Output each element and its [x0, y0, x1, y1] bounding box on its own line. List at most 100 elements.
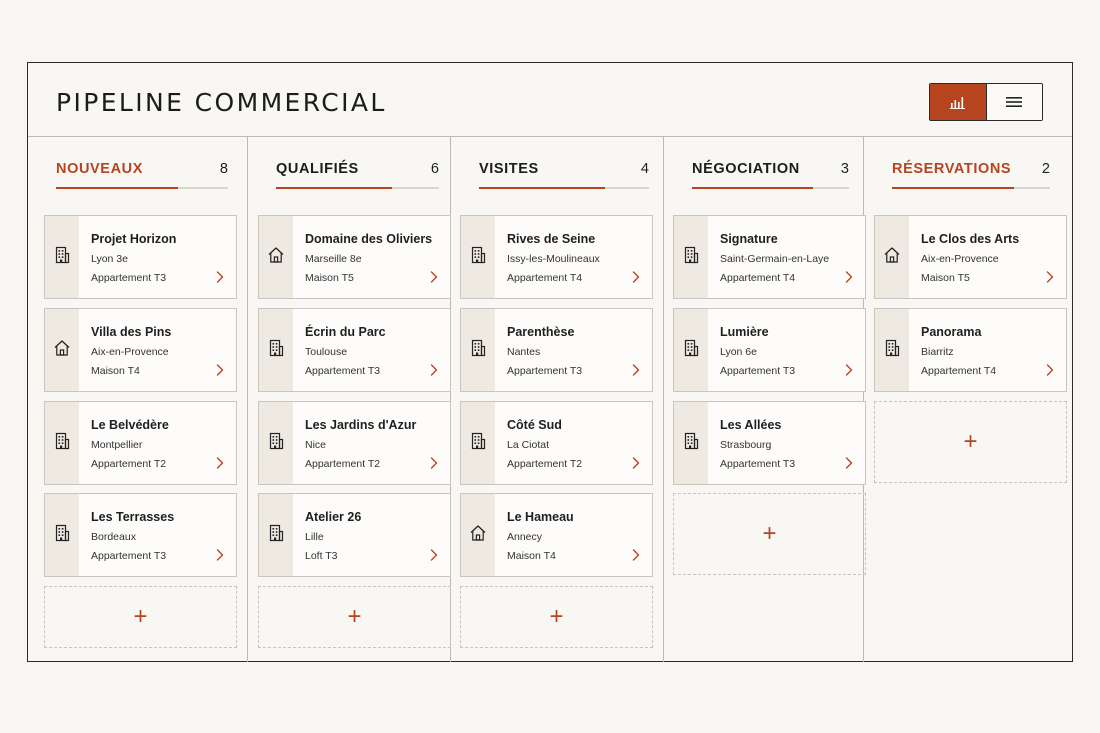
property-card[interactable]: Écrin du Parc Toulouse Appartement T3: [258, 308, 451, 392]
add-card-button[interactable]: +: [673, 493, 866, 575]
property-card[interactable]: Signature Saint-Germain-en-Laye Appartemen…: [673, 215, 866, 299]
card-city: Montpellier: [91, 439, 143, 451]
property-card[interactable]: Domaine des Oliviers Marseille 8e Maison T…: [258, 215, 451, 299]
list-view-button[interactable]: [985, 84, 1042, 120]
card-name: Projet Horizon: [91, 232, 177, 246]
view-toggle: [929, 83, 1043, 121]
property-card[interactable]: Atelier 26 Lille Loft T3: [258, 493, 451, 577]
column-title: VISITES: [479, 161, 539, 177]
card-icon-strip: [259, 309, 293, 391]
property-card[interactable]: Les Terrasses Bordeaux Appartement T3: [44, 493, 237, 577]
property-card[interactable]: Le Hameau Annecy Maison T4: [460, 493, 653, 577]
property-card[interactable]: Rives de Seine Issy-les-Moulineaux Apparte…: [460, 215, 653, 299]
column-visites: VISITES 4 Rives de Seine Issy-les-Moulineau…: [451, 137, 664, 662]
chevron-right-icon[interactable]: [430, 548, 438, 566]
property-card[interactable]: Les Allées Strasbourg Appartement T3: [673, 401, 866, 485]
column-count: 4: [640, 161, 649, 177]
chevron-right-icon[interactable]: [1046, 363, 1054, 381]
card-icon-strip: [259, 494, 293, 576]
card-type: Appartement T3: [305, 365, 381, 377]
card-name: Domaine des Oliviers: [305, 232, 433, 246]
building-icon: [54, 246, 70, 269]
column-count: 6: [430, 161, 439, 177]
column-count: 2: [1041, 161, 1050, 177]
column-progress-rule: [892, 187, 1050, 189]
chevron-right-icon[interactable]: [632, 270, 640, 288]
chevron-right-icon[interactable]: [216, 270, 224, 288]
chevron-right-icon[interactable]: [632, 548, 640, 566]
card-city: Strasbourg: [720, 439, 772, 451]
chevron-right-icon[interactable]: [845, 456, 853, 474]
chevron-right-icon[interactable]: [216, 456, 224, 474]
property-card[interactable]: Projet Horizon Lyon 3e Appartement T3: [44, 215, 237, 299]
building-icon: [54, 524, 70, 547]
chevron-right-icon[interactable]: [845, 270, 853, 288]
property-card[interactable]: Parenthèse Nantes Appartement T3: [460, 308, 653, 392]
card-icon-strip: [259, 402, 293, 484]
card-city: Toulouse: [305, 346, 348, 358]
property-card[interactable]: Les Jardins d'Azur Nice Appartement T2: [258, 401, 451, 485]
card-icon-strip: [875, 216, 909, 298]
column-title: QUALIFIÉS: [276, 161, 359, 177]
card-name: Le Hameau: [507, 510, 574, 524]
add-card-button[interactable]: +: [874, 401, 1067, 483]
column-progress-rule: [276, 187, 439, 189]
card-name: Panorama: [921, 325, 982, 339]
card-name: Le Clos des Arts: [921, 232, 1020, 246]
card-type: Appartement T3: [507, 365, 583, 377]
house-icon: [267, 246, 285, 269]
card-city: Aix-en-Provence: [91, 346, 169, 358]
card-icon-strip: [461, 309, 495, 391]
plus-icon: +: [762, 520, 777, 547]
property-card[interactable]: Côté Sud La Ciotat Appartement T2: [460, 401, 653, 485]
property-card[interactable]: Lumière Lyon 6e Appartement T3: [673, 308, 866, 392]
card-name: Les Terrasses: [91, 510, 175, 524]
card-name: Écrin du Parc: [305, 325, 386, 339]
building-icon: [268, 432, 284, 455]
building-icon: [470, 432, 486, 455]
chevron-right-icon[interactable]: [632, 363, 640, 381]
property-card[interactable]: Villa des Pins Aix-en-Provence Maison T4: [44, 308, 237, 392]
building-icon: [683, 339, 699, 362]
column-progress-rule: [479, 187, 649, 189]
plus-icon: +: [133, 603, 148, 630]
property-card[interactable]: Panorama Biarritz Appartement T4: [874, 308, 1067, 392]
chevron-right-icon[interactable]: [430, 363, 438, 381]
column-header: VISITES 4: [479, 160, 649, 190]
plus-icon: +: [549, 603, 564, 630]
chart-view-button[interactable]: [930, 84, 986, 120]
chevron-right-icon[interactable]: [430, 270, 438, 288]
card-name: Les Allées: [720, 418, 782, 432]
add-card-button[interactable]: +: [258, 586, 451, 648]
chevron-right-icon[interactable]: [1046, 270, 1054, 288]
column-title: NOUVEAUX: [56, 161, 143, 177]
building-icon: [470, 246, 486, 269]
building-icon: [54, 432, 70, 455]
add-card-button[interactable]: +: [460, 586, 653, 648]
chevron-right-icon[interactable]: [430, 456, 438, 474]
card-icon-strip: [461, 494, 495, 576]
card-type: Maison T5: [305, 272, 354, 284]
column-header: NÉGOCIATION 3: [692, 160, 849, 190]
card-type: Maison T4: [91, 365, 140, 377]
property-card[interactable]: Le Clos des Arts Aix-en-Provence Maison T5: [874, 215, 1067, 299]
pipeline-columns: NOUVEAUX 8 Projet Horizon Lyon 3e Appartemen…: [28, 137, 1072, 662]
card-name: Atelier 26: [305, 510, 362, 524]
building-icon: [268, 524, 284, 547]
bar-chart-icon: [949, 97, 965, 109]
column-qualifiés: QUALIFIÉS 6 Domaine des Oliviers Marseille …: [248, 137, 451, 662]
add-card-button[interactable]: +: [44, 586, 237, 648]
card-name: Le Belvédère: [91, 418, 169, 432]
card-icon-strip: [259, 216, 293, 298]
building-icon: [884, 339, 900, 362]
chevron-right-icon[interactable]: [632, 456, 640, 474]
card-icon-strip: [674, 402, 708, 484]
plus-icon: +: [347, 603, 362, 630]
card-icon-strip: [674, 216, 708, 298]
card-city: La Ciotat: [507, 439, 550, 451]
property-card[interactable]: Le Belvédère Montpellier Appartement T2: [44, 401, 237, 485]
chevron-right-icon[interactable]: [216, 363, 224, 381]
chevron-right-icon[interactable]: [845, 363, 853, 381]
card-city: Aix-en-Provence: [921, 253, 999, 265]
chevron-right-icon[interactable]: [216, 548, 224, 566]
